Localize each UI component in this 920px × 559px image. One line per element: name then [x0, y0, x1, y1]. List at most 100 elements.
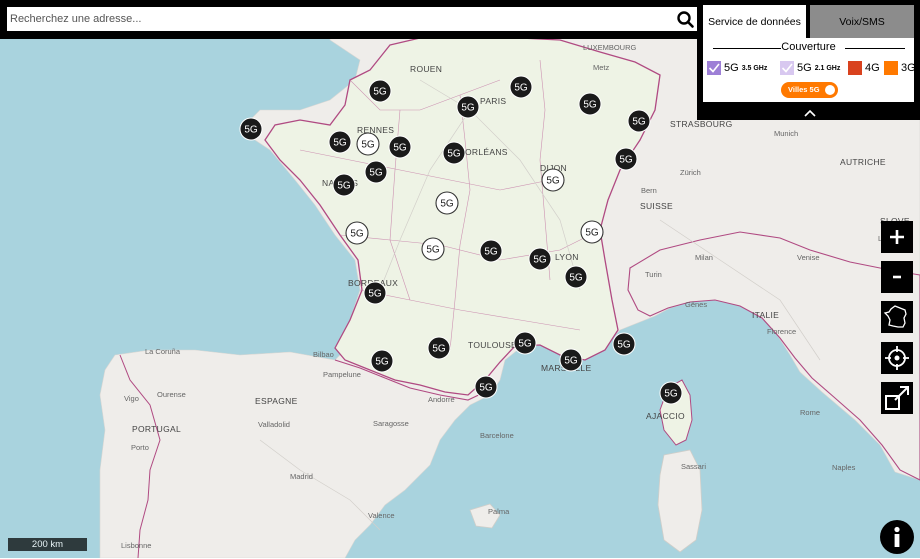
fullscreen-button[interactable]: [881, 382, 913, 414]
marker-label: 5G: [393, 143, 407, 154]
legend-divider: [845, 48, 905, 49]
marker-label: 5G: [619, 155, 633, 166]
city-label: Munich: [774, 129, 798, 138]
city-label: Milan: [695, 253, 713, 262]
legend-item-5g-21[interactable]: 5G 2.1 GHz: [780, 60, 840, 76]
zoom-out-button[interactable]: [881, 261, 913, 293]
legend-label: 3G: [901, 62, 916, 74]
city-5g-marker[interactable]: 5G: [427, 336, 451, 360]
city-5g-marker-outline[interactable]: 5G: [356, 132, 380, 156]
marker-label: 5G: [426, 245, 440, 256]
checkbox-5g-35[interactable]: [707, 61, 721, 75]
legend-title: Couverture: [781, 41, 836, 53]
legend-item-5g-35[interactable]: 5G 3.5 GHz: [707, 60, 767, 76]
marker-label: 5G: [373, 87, 387, 98]
collapse-panel-button[interactable]: [697, 107, 920, 120]
zoom-in-button[interactable]: [881, 221, 913, 253]
city-5g-marker[interactable]: 5G: [388, 135, 412, 159]
legend-label: 5G: [724, 62, 739, 74]
city-label: SUISSE: [640, 201, 673, 211]
search-icon: [677, 11, 694, 28]
city-5g-marker[interactable]: 5G: [363, 281, 387, 305]
city-label: AJACCIO: [646, 411, 685, 421]
search-bar: [0, 0, 700, 39]
city-label: Florence: [767, 327, 796, 336]
city-label: LUXEMBOURG: [583, 43, 637, 52]
checkbox-4g[interactable]: [848, 61, 862, 75]
france-view-button[interactable]: [881, 301, 913, 333]
toggle-label: Villes 5G: [788, 85, 820, 94]
city-5g-marker[interactable]: 5G: [513, 331, 537, 355]
city-label: LYON: [555, 252, 579, 262]
city-5g-marker[interactable]: 5G: [328, 130, 352, 154]
city-5g-marker[interactable]: 5G: [578, 92, 602, 116]
city-5g-marker[interactable]: 5G: [364, 160, 388, 184]
city-label: ESPAGNE: [255, 396, 298, 406]
city-5g-marker[interactable]: 5G: [332, 173, 356, 197]
city-5g-marker[interactable]: 5G: [559, 348, 583, 372]
city-5g-marker[interactable]: 5G: [479, 239, 503, 263]
city-label: Porto: [131, 443, 149, 452]
city-5g-marker-outline[interactable]: 5G: [421, 237, 445, 261]
legend-label: 4G: [865, 62, 880, 74]
search-input[interactable]: [7, 7, 672, 31]
city-5g-marker[interactable]: 5G: [456, 95, 480, 119]
city-label: RENNES: [357, 125, 394, 135]
plus-icon: [890, 230, 904, 244]
info-button[interactable]: [880, 520, 914, 554]
check-icon: [708, 63, 720, 73]
marker-label: 5G: [564, 356, 578, 367]
city-5g-marker[interactable]: 5G: [627, 109, 651, 133]
marker-label: 5G: [461, 103, 475, 114]
villes-5g-toggle[interactable]: Villes 5G: [781, 82, 838, 98]
checkbox-5g-21[interactable]: [780, 61, 794, 75]
marker-label: 5G: [479, 383, 493, 394]
city-label: PARIS: [480, 96, 506, 106]
legend-label: 5G: [797, 62, 812, 74]
city-5g-marker[interactable]: 5G: [239, 117, 263, 141]
marker-label: 5G: [664, 389, 678, 400]
marker-label: 5G: [432, 344, 446, 355]
city-label: Sassari: [681, 462, 706, 471]
city-label: ITALIE: [752, 310, 779, 320]
city-5g-marker[interactable]: 5G: [659, 381, 683, 405]
city-5g-marker[interactable]: 5G: [368, 79, 392, 103]
marker-label: 5G: [368, 289, 382, 300]
locate-me-button[interactable]: [881, 342, 913, 374]
coverage-panel: Service de données Voix/SMS Couverture 5…: [697, 0, 920, 107]
city-5g-marker[interactable]: 5G: [612, 332, 636, 356]
checkbox-3g[interactable]: [884, 61, 898, 75]
marker-label: 5G: [361, 140, 375, 151]
marker-label: 5G: [244, 125, 258, 136]
legend-item-4g[interactable]: 4G: [848, 60, 880, 76]
city-label: ORLÉANS: [465, 147, 508, 157]
city-label: Barcelone: [480, 431, 514, 440]
city-5g-marker[interactable]: 5G: [509, 75, 533, 99]
city-label: La Coruña: [145, 347, 181, 356]
tab-voice-sms[interactable]: Voix/SMS: [810, 5, 914, 38]
city-label: Turin: [645, 270, 662, 279]
city-5g-marker-outline[interactable]: 5G: [580, 220, 604, 244]
city-label: Andorre: [428, 395, 455, 404]
city-label: Saragosse: [373, 419, 409, 428]
city-label: Valladolid: [258, 420, 290, 429]
marker-label: 5G: [514, 83, 528, 94]
legend-item-3g[interactable]: 3G: [884, 60, 916, 76]
city-5g-marker[interactable]: 5G: [442, 141, 466, 165]
city-label: AUTRICHE: [840, 157, 886, 167]
city-5g-marker-outline[interactable]: 5G: [541, 168, 565, 192]
tab-data-service[interactable]: Service de données: [703, 5, 806, 38]
city-5g-marker[interactable]: 5G: [370, 349, 394, 373]
city-5g-marker-outline[interactable]: 5G: [345, 221, 369, 245]
city-5g-marker-outline[interactable]: 5G: [435, 191, 459, 215]
city-label: Metz: [593, 63, 610, 72]
city-label: Zürich: [680, 168, 701, 177]
city-5g-marker[interactable]: 5G: [474, 375, 498, 399]
city-5g-marker[interactable]: 5G: [528, 247, 552, 271]
city-5g-marker[interactable]: 5G: [564, 265, 588, 289]
chevron-up-icon: [804, 109, 816, 117]
city-5g-marker[interactable]: 5G: [614, 147, 638, 171]
marker-label: 5G: [350, 229, 364, 240]
city-label: Rome: [800, 408, 820, 417]
search-button[interactable]: [672, 7, 698, 31]
